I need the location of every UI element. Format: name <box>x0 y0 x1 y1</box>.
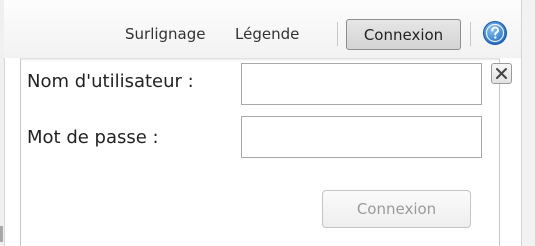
login-submit-button[interactable]: Connexion <box>322 190 471 228</box>
username-input[interactable] <box>241 63 482 105</box>
connect-toggle-button[interactable]: Connexion <box>346 19 461 50</box>
panel-top-shadow <box>20 58 500 61</box>
close-icon <box>496 68 507 79</box>
toolbar-separator <box>470 22 471 46</box>
top-toolbar: Surlignage Légende Connexion <box>4 0 521 58</box>
left-edge-marker <box>0 226 3 242</box>
right-edge-strip <box>521 0 535 246</box>
legend-link[interactable]: Légende <box>235 22 299 46</box>
help-icon[interactable] <box>482 20 508 46</box>
username-label: Nom d'utilisateur : <box>27 71 194 92</box>
close-button[interactable] <box>491 63 512 84</box>
password-input[interactable] <box>241 116 482 158</box>
highlight-link[interactable]: Surlignage <box>125 22 206 46</box>
password-label: Mot de passe : <box>27 127 159 148</box>
toolbar-separator <box>337 22 338 46</box>
login-window: Surlignage Légende Connexion Nom d'utili… <box>0 0 535 246</box>
